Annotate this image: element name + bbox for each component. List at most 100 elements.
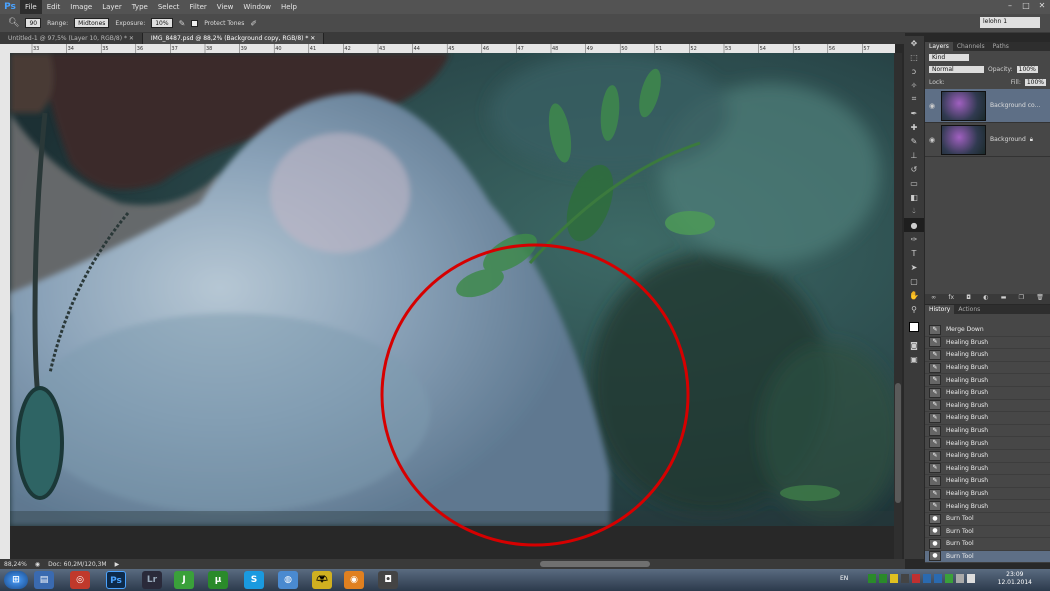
menu-filter[interactable]: Filter — [184, 0, 211, 14]
history-item[interactable]: ✎ Healing Brush — [925, 412, 1050, 425]
history-item[interactable]: ✎ Healing Brush — [925, 475, 1050, 488]
exposure-input[interactable]: 10% — [151, 18, 173, 28]
tray-icon[interactable] — [901, 574, 909, 583]
zoom-tool-icon[interactable]: ⚲ — [904, 302, 924, 316]
hand-tool-icon[interactable]: ✋ — [904, 288, 924, 302]
camera-taskbar-icon[interactable]: ◘ — [378, 571, 398, 589]
vertical-scrollbar[interactable] — [894, 53, 902, 559]
burn-tool-icon[interactable]: ● — [904, 218, 924, 232]
layer-row-background-copy[interactable]: ◉ Background co... — [925, 89, 1050, 123]
menu-image[interactable]: Image — [65, 0, 97, 14]
status-menu-arrow-icon[interactable]: ▶ — [115, 561, 120, 568]
skype-taskbar-icon[interactable]: S — [244, 571, 264, 589]
batman-taskbar-icon[interactable]: 🦇︎ — [312, 571, 332, 589]
history-item[interactable]: ✎ Healing Brush — [925, 349, 1050, 362]
blend-mode-select[interactable]: Normal — [929, 66, 984, 73]
tab-history[interactable]: History — [925, 305, 955, 314]
pressure-icon[interactable]: ✐ — [250, 19, 257, 28]
maximize-button[interactable]: □ — [1018, 0, 1034, 12]
close-button[interactable]: ✕ — [1034, 0, 1050, 12]
filter-kind-select[interactable]: Kind — [929, 53, 969, 61]
quick-mask-icon[interactable]: ◙ — [904, 338, 924, 352]
tray-icon[interactable] — [945, 574, 953, 583]
jdownloader-taskbar-icon[interactable]: J — [174, 571, 194, 589]
menu-edit[interactable]: Edit — [42, 0, 66, 14]
eraser-tool-icon[interactable]: ▭ — [904, 176, 924, 190]
history-item[interactable]: ✎ Healing Brush — [925, 437, 1050, 450]
files-taskbar-icon[interactable]: ▤ — [34, 571, 54, 589]
adjustment-icon[interactable]: ◐ — [983, 294, 988, 304]
horizontal-scroll-thumb[interactable] — [540, 561, 650, 567]
menu-help[interactable]: Help — [276, 0, 302, 14]
history-item[interactable]: ✎ Merge Down — [925, 324, 1050, 337]
volume-icon[interactable] — [967, 574, 975, 583]
menu-select[interactable]: Select — [153, 0, 185, 14]
blur-tool-icon[interactable]: 💧︎ — [904, 204, 924, 218]
history-item[interactable]: ✎ Healing Brush — [925, 450, 1050, 463]
history-item[interactable]: ✎ Healing Brush — [925, 374, 1050, 387]
tab-img-8487[interactable]: IMG_8487.psd @ 88,2% (Background copy, R… — [142, 33, 325, 44]
protect-tones-checkbox[interactable] — [191, 19, 199, 27]
tray-icon[interactable] — [912, 574, 920, 583]
opacity-input[interactable]: 100% — [1016, 66, 1038, 73]
tray-icon[interactable] — [923, 574, 931, 583]
airbrush-icon[interactable]: ✎ — [179, 19, 186, 28]
history-item[interactable]: ✎ Healing Brush — [925, 362, 1050, 375]
system-clock[interactable]: 23:09 12.01.2014 — [998, 571, 1032, 587]
screen-mode-icon[interactable]: ▣ — [904, 352, 924, 366]
language-indicator[interactable]: EN — [840, 575, 848, 582]
eyedropper-tool-icon[interactable]: ✒ — [904, 106, 924, 120]
history-item[interactable]: ✎ Healing Brush — [925, 500, 1050, 513]
history-item[interactable]: ● Burn Tool — [925, 526, 1050, 539]
burn-tool-icon[interactable]: 🔍︎ — [8, 18, 19, 28]
brush-size-picker[interactable]: 90 — [25, 18, 42, 28]
quick-select-tool-icon[interactable]: ✧ — [904, 78, 924, 92]
fx-icon[interactable]: fx — [948, 294, 954, 304]
history-item[interactable]: ● Burn Tool — [925, 550, 1050, 564]
tray-icon[interactable] — [890, 574, 898, 583]
tab-paths[interactable]: Paths — [989, 42, 1013, 51]
history-item[interactable]: ✎ Healing Brush — [925, 463, 1050, 476]
tab-layers[interactable]: Layers — [925, 42, 953, 51]
workspace-select[interactable]: lelohn 1 — [980, 17, 1040, 28]
start-button[interactable]: ⊞ — [4, 571, 28, 589]
lightroom-taskbar-icon[interactable]: Lr — [142, 571, 162, 589]
pen-tool-icon[interactable]: ✑ — [904, 232, 924, 246]
tab-actions[interactable]: Actions — [954, 305, 984, 314]
eye-taskbar-icon[interactable]: ◉ — [344, 571, 364, 589]
fill-input[interactable]: 100% — [1024, 79, 1046, 86]
tab-untitled-1[interactable]: Untitled-1 @ 97,5% (Layer 10, RGB/8) * ✕ — [0, 33, 143, 44]
brush-tool-icon[interactable]: ✎ — [904, 134, 924, 148]
history-item[interactable]: ✎ Healing Brush — [925, 400, 1050, 413]
link-icon[interactable]: ∞ — [931, 294, 936, 304]
menu-view[interactable]: View — [212, 0, 239, 14]
history-item[interactable]: ● Burn Tool — [925, 538, 1050, 551]
trash-icon[interactable]: 🗑︎ — [1036, 294, 1044, 304]
vertical-ruler[interactable] — [0, 44, 10, 559]
document-canvas[interactable] — [10, 53, 894, 526]
menu-window[interactable]: Window — [238, 0, 276, 14]
chrome-taskbar-icon[interactable]: ◎ — [70, 571, 90, 589]
path-select-tool-icon[interactable]: ➤ — [904, 260, 924, 274]
healing-brush-tool-icon[interactable]: ✚ — [904, 120, 924, 134]
eye-icon[interactable]: ◉ — [929, 102, 937, 110]
tab-channels[interactable]: Channels — [953, 42, 989, 51]
eye-icon[interactable]: ◉ — [929, 136, 937, 144]
tray-icon[interactable] — [956, 574, 964, 583]
history-item[interactable]: ✎ Healing Brush — [925, 425, 1050, 438]
minimize-button[interactable]: – — [1002, 0, 1018, 12]
history-item[interactable]: ✎ Healing Brush — [925, 387, 1050, 400]
layer-row-background[interactable]: ◉ Background 🔒︎ — [925, 123, 1050, 157]
range-select[interactable]: Midtones — [74, 18, 110, 28]
type-tool-icon[interactable]: T — [904, 246, 924, 260]
gradient-tool-icon[interactable]: ◧ — [904, 190, 924, 204]
history-item[interactable]: ● Burn Tool — [925, 513, 1050, 526]
lasso-tool-icon[interactable]: ↄ — [904, 64, 924, 78]
tray-icon[interactable] — [934, 574, 942, 583]
shape-tool-icon[interactable]: ▢ — [904, 274, 924, 288]
horizontal-ruler[interactable]: 33 34 35 36 37 38 39 40 41 42 43 44 45 46 47 48 49 50 51 52… — [10, 44, 904, 53]
menu-file[interactable]: File — [20, 0, 42, 14]
history-item[interactable]: ✎ Healing Brush — [925, 337, 1050, 350]
mask-icon[interactable]: ◘ — [966, 294, 971, 304]
history-brush-tool-icon[interactable]: ↺ — [904, 162, 924, 176]
